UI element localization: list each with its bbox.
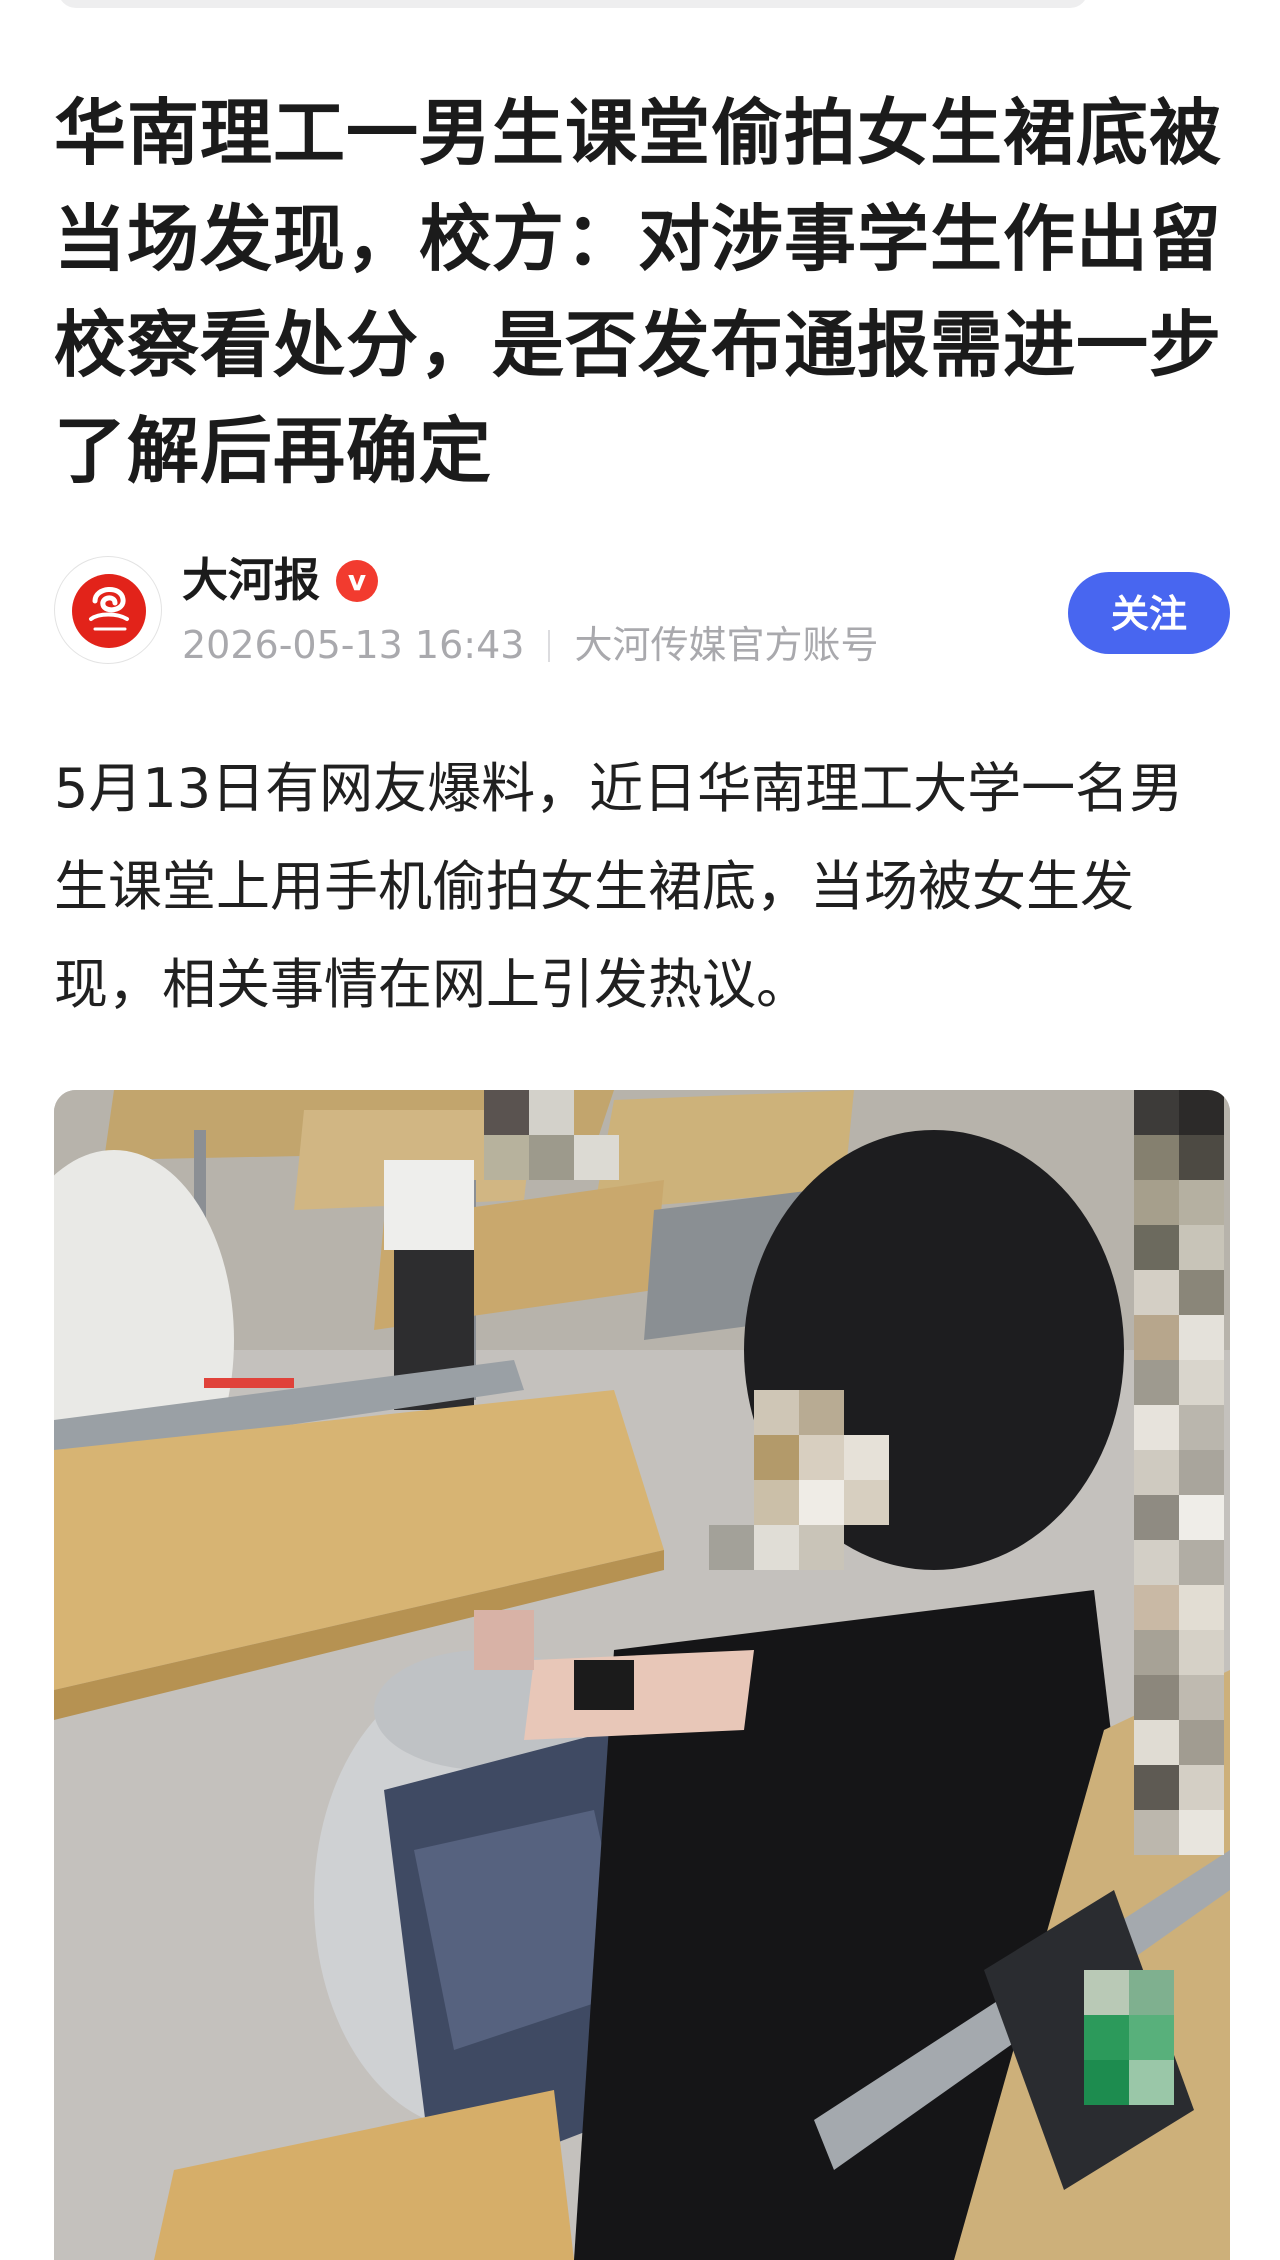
dahebao-logo-icon bbox=[72, 574, 146, 648]
author-avatar[interactable] bbox=[54, 556, 162, 664]
follow-button[interactable]: 关注 bbox=[1068, 572, 1230, 654]
verified-badge-icon: v bbox=[336, 560, 378, 602]
author-row: 大河报 v 2026-05-13 16:43 大河传媒官方账号 关注 bbox=[54, 550, 1230, 670]
author-name[interactable]: 大河报 bbox=[182, 550, 320, 610]
account-type-label: 大河传媒官方账号 bbox=[574, 623, 879, 667]
top-bar-remnant bbox=[58, 0, 1088, 8]
post-meta: 2026-05-13 16:43 大河传媒官方账号 bbox=[182, 620, 878, 670]
article-photo[interactable] bbox=[54, 1090, 1230, 2260]
classroom-photo-pixelated bbox=[54, 1090, 1230, 2260]
post-timestamp: 2026-05-13 16:43 bbox=[182, 623, 525, 667]
meta-divider bbox=[548, 630, 551, 662]
article-body: 5月13日有网友爆料，近日华南理工大学一名男生课堂上用手机偷拍女生裙底，当场被女… bbox=[54, 757, 1184, 1016]
article-title: 华南理工一男生课堂偷拍女生裙底被当场发现，校方：对涉事学生作出留校察看处分，是否… bbox=[54, 91, 1223, 493]
